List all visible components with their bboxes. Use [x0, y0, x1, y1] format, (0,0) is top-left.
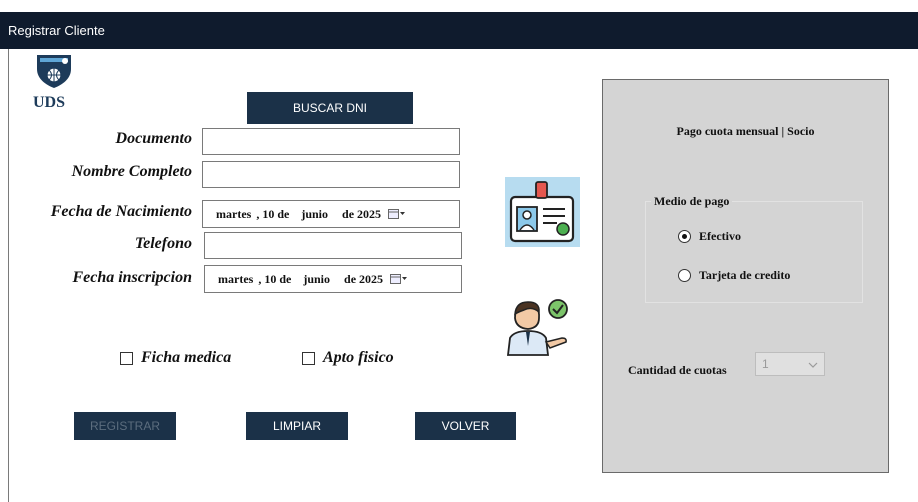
cuotas-label: Cantidad de cuotas: [628, 363, 727, 377]
uds-logo-icon: [34, 53, 74, 89]
fecha-nac-day: , 10 de: [256, 206, 290, 221]
radio-efectivo-label: Efectivo: [699, 229, 741, 243]
fecha-inscripcion-picker[interactable]: martes , 10 de junio de 2025: [204, 265, 462, 293]
cuotas-value: 1: [762, 357, 769, 371]
checkbox-box[interactable]: [120, 351, 133, 365]
user-check-icon: [506, 298, 572, 356]
fecha-insc-year: de 2025: [344, 271, 384, 286]
buscar-dni-button[interactable]: BUSCAR DNI: [247, 92, 413, 124]
fecha-nac-month: junio: [301, 206, 329, 221]
volver-button[interactable]: VOLVER: [415, 412, 516, 440]
fecha-insc-month: junio: [303, 271, 331, 286]
fecha-insc-weekday: martes: [218, 271, 254, 286]
logo-text: UDS: [33, 94, 66, 111]
nombre-label: Nombre Completo: [71, 163, 192, 180]
telefono-input[interactable]: [204, 232, 462, 259]
radio-tarjeta[interactable]: Tarjeta de credito: [678, 268, 790, 283]
apto-fisico-label: Apto fisico: [323, 349, 394, 366]
panel-title: Pago cuota mensual | Socio: [676, 124, 815, 138]
window-title: Registrar Cliente: [8, 23, 105, 38]
medio-pago-label: Medio de pago: [651, 194, 733, 209]
title-bar: [0, 12, 918, 49]
radio-efectivo[interactable]: Efectivo: [678, 229, 741, 244]
radio-tarjeta-label: Tarjeta de credito: [699, 268, 791, 282]
fecha-nacimiento-picker[interactable]: martes , 10 de junio de 2025: [202, 200, 460, 228]
nombre-input[interactable]: [202, 161, 460, 188]
apto-fisico-checkbox[interactable]: Apto fisico: [302, 349, 394, 367]
fecha-nac-year: de 2025: [342, 206, 382, 221]
top-strip: [0, 0, 918, 12]
fecha-insc-day: , 10 de: [258, 271, 292, 286]
id-card-icon: [505, 177, 580, 247]
checkbox-box[interactable]: [302, 351, 315, 365]
medio-pago-group: [645, 201, 863, 303]
radio-button-selected[interactable]: [678, 230, 691, 243]
cuotas-select[interactable]: 1: [755, 352, 825, 376]
ficha-medica-checkbox[interactable]: Ficha medica: [120, 349, 231, 367]
calendar-icon[interactable]: [390, 273, 408, 285]
telefono-label: Telefono: [134, 235, 192, 252]
registrar-button[interactable]: REGISTRAR: [74, 412, 176, 440]
fecha-nac-weekday: martes: [216, 206, 252, 221]
fecha-inscripcion-label: Fecha inscripcion: [72, 269, 192, 286]
radio-button[interactable]: [678, 269, 691, 282]
documento-label: Documento: [115, 130, 192, 147]
limpiar-button[interactable]: LIMPIAR: [246, 412, 348, 440]
documento-input[interactable]: [202, 128, 460, 155]
fecha-nacimiento-label: Fecha de Nacimiento: [50, 203, 192, 220]
chevron-down-icon: [808, 357, 818, 371]
ficha-medica-label: Ficha medica: [141, 349, 232, 366]
calendar-icon[interactable]: [388, 208, 406, 220]
